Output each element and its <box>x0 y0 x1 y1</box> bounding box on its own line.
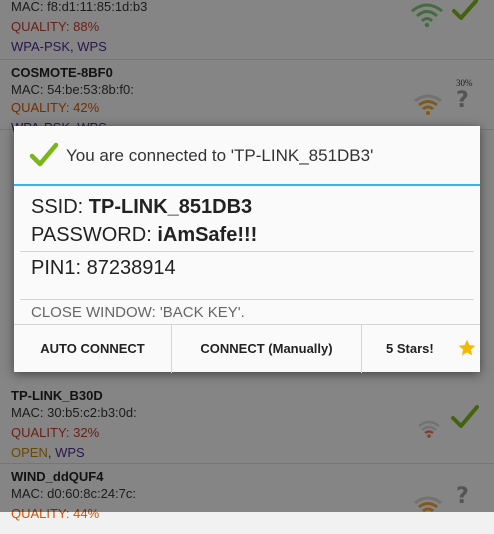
rate-button-label: 5 Stars! <box>386 341 434 356</box>
dialog-button-bar: AUTO CONNECT CONNECT (Manually) 5 Stars! <box>14 324 480 373</box>
title-divider <box>14 184 480 186</box>
connect-manually-button[interactable]: CONNECT (Manually) <box>172 325 362 373</box>
divider <box>20 299 474 300</box>
password-value: iAmSafe!!! <box>157 224 258 246</box>
ssid-label: SSID: <box>31 196 89 218</box>
divider <box>20 251 474 252</box>
check-icon <box>29 142 59 167</box>
close-hint: CLOSE WINDOW: 'BACK KEY'. <box>31 304 245 321</box>
auto-connect-button[interactable]: AUTO CONNECT <box>14 325 172 373</box>
dialog-header: You are connected to 'TP-LINK_851DB3' <box>14 126 480 184</box>
star-icon <box>458 339 476 356</box>
ssid-field: SSID: TP-LINK_851DB3 <box>31 196 252 219</box>
rate-five-stars-button[interactable]: 5 Stars! <box>362 325 480 373</box>
connection-dialog: You are connected to 'TP-LINK_851DB3' SS… <box>14 126 480 373</box>
pin-field: PIN1: 87238914 <box>31 257 176 279</box>
dialog-title: You are connected to 'TP-LINK_851DB3' <box>66 146 374 165</box>
ssid-value: TP-LINK_851DB3 <box>88 196 253 218</box>
password-field: PASSWORD: iAmSafe!!! <box>31 224 257 247</box>
password-label: PASSWORD: <box>31 224 158 246</box>
